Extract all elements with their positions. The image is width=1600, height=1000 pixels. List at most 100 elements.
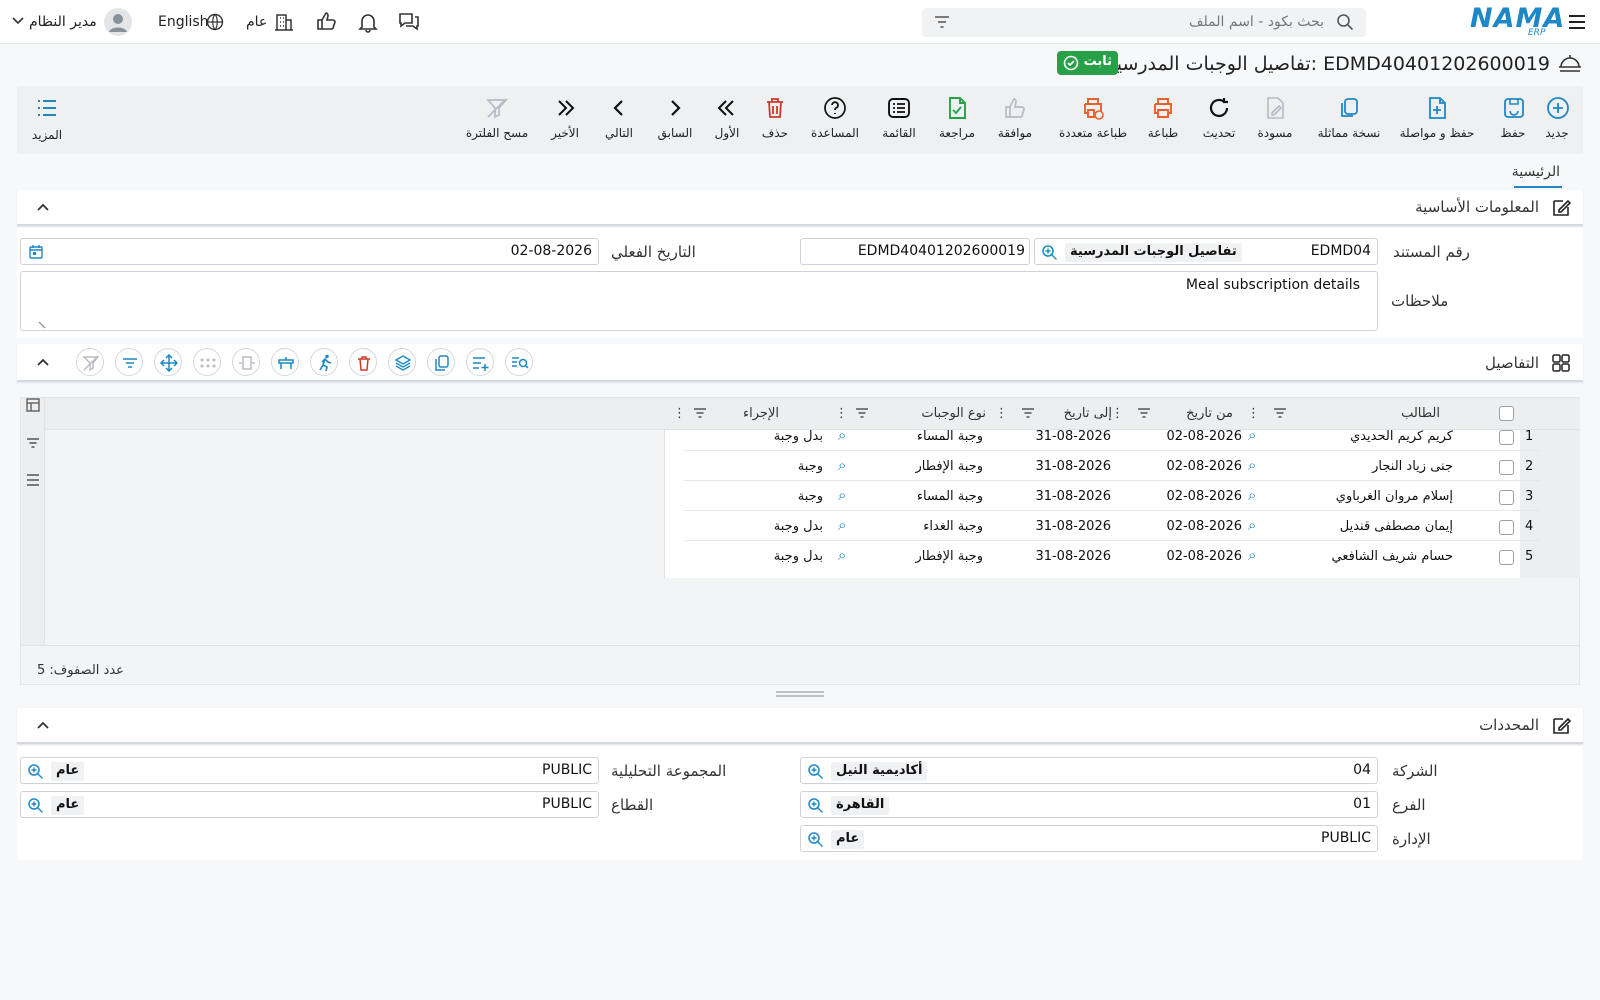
student-cell[interactable]: جنى زياد النجار <box>1372 459 1453 474</box>
filter-button[interactable] <box>115 348 143 376</box>
approve-button[interactable]: موافقة <box>991 86 1039 154</box>
meal-type-cell[interactable]: وجبة المساء <box>917 489 983 504</box>
save-button[interactable]: حفظ <box>1493 86 1533 154</box>
analytic-group-field[interactable]: PUBLIC عام <box>20 757 599 784</box>
menu-lines-icon[interactable] <box>25 473 41 487</box>
from-date-cell[interactable]: 02-08-2026 <box>1166 489 1242 504</box>
filter-icon[interactable] <box>934 15 950 29</box>
action-cell[interactable]: بدل وجبة <box>774 429 823 444</box>
lookup-icon[interactable] <box>807 797 824 814</box>
calendar-icon[interactable] <box>28 244 44 260</box>
meal-type-cell[interactable]: وجبة الغداء <box>923 519 983 534</box>
chevron-up-icon[interactable] <box>37 720 49 730</box>
row-checkbox[interactable] <box>1499 490 1514 505</box>
from-date-cell[interactable]: 02-08-2026 <box>1166 459 1242 474</box>
department-field[interactable]: PUBLIC عام <box>800 825 1378 852</box>
resize-handle-icon[interactable] <box>37 320 47 330</box>
move-button[interactable] <box>154 348 182 376</box>
action-cell[interactable]: بدل وجبة <box>774 519 823 534</box>
column-menu-icon[interactable]: ⋮ <box>673 406 686 421</box>
notes-textarea[interactable]: Meal subscription details <box>20 271 1378 331</box>
action-cell[interactable]: وجبة <box>798 489 823 504</box>
column-header-to-date[interactable]: إلى تاريخ <box>1064 406 1112 421</box>
doc-type-field[interactable]: EDMD04 تفاصيل الوجبات المدرسية <box>1034 238 1378 265</box>
select-all-checkbox[interactable] <box>1499 406 1514 421</box>
sector-field[interactable]: PUBLIC عام <box>20 791 599 818</box>
actual-date-field[interactable]: 02-08-2026 <box>20 238 599 265</box>
meal-type-cell[interactable]: وجبة الإفطار <box>916 459 983 474</box>
run-button[interactable] <box>310 348 338 376</box>
to-date-cell[interactable]: 31-08-2026 <box>1035 459 1111 474</box>
add-lines-button[interactable] <box>466 348 494 376</box>
action-cell[interactable]: بدل وجبة <box>774 549 823 564</box>
first-record-button[interactable]: الأول <box>709 86 745 154</box>
to-date-cell[interactable]: 31-08-2026 <box>1035 489 1111 504</box>
column-menu-icon[interactable]: ⋮ <box>1247 406 1260 421</box>
splitter-handle-icon[interactable] <box>776 690 824 698</box>
meal-lookup-icon[interactable]: ⌕ <box>838 546 846 564</box>
chat-icon[interactable] <box>397 11 421 33</box>
student-cell[interactable]: حسام شريف الشافعي <box>1331 549 1453 564</box>
more-button[interactable]: المزيد <box>27 86 67 154</box>
hamburger-menu-icon[interactable] <box>1566 11 1588 33</box>
column-filter-icon[interactable] <box>855 407 869 419</box>
column-filter-icon[interactable] <box>1273 407 1287 419</box>
row-checkbox[interactable] <box>1499 460 1514 475</box>
help-button[interactable]: المساعدة <box>807 86 863 154</box>
meal-lookup-icon[interactable]: ⌕ <box>838 486 846 504</box>
from-date-cell[interactable]: 02-08-2026 <box>1166 519 1242 534</box>
chevron-down-icon[interactable] <box>12 16 24 26</box>
meal-lookup-icon[interactable]: ⌕ <box>838 516 846 534</box>
column-header-meal-type[interactable]: نوع الوجبات <box>921 406 986 421</box>
table-options-button[interactable] <box>271 348 299 376</box>
user-name[interactable]: مدير النظام <box>29 14 97 30</box>
layers-button[interactable] <box>388 348 416 376</box>
duplicate-button[interactable]: نسخة مماثلة <box>1313 86 1385 154</box>
bell-icon[interactable] <box>357 11 379 33</box>
chevron-up-icon[interactable] <box>37 202 49 212</box>
student-lookup-icon[interactable]: ⌕ <box>1248 486 1256 504</box>
student-cell[interactable]: كريم كريم الحديدي <box>1350 429 1453 444</box>
lookup-icon[interactable] <box>1041 244 1058 261</box>
thumbs-up-icon[interactable] <box>315 10 337 32</box>
lookup-icon[interactable] <box>27 763 44 780</box>
student-lookup-icon[interactable]: ⌕ <box>1248 456 1256 474</box>
clear-filter-lines-button[interactable] <box>76 348 104 376</box>
tab-main[interactable]: الرئيسية <box>1512 162 1562 188</box>
meal-lookup-icon[interactable]: ⌕ <box>838 426 846 444</box>
student-cell[interactable]: إسلام مروان الغرباوي <box>1336 489 1453 504</box>
filter-icon[interactable] <box>25 436 41 450</box>
next-record-button[interactable]: التالي <box>597 86 641 154</box>
row-checkbox[interactable] <box>1499 550 1514 565</box>
from-date-cell[interactable]: 02-08-2026 <box>1166 549 1242 564</box>
column-menu-icon[interactable]: ⋮ <box>995 406 1008 421</box>
column-filter-icon[interactable] <box>1137 407 1151 419</box>
language-switch[interactable]: English <box>158 14 209 30</box>
delete-button[interactable]: حذف <box>757 86 793 154</box>
search-input[interactable]: بحث بكود - اسم الملف <box>1189 14 1324 30</box>
column-menu-icon[interactable]: ⋮ <box>1111 406 1124 421</box>
to-date-cell[interactable]: 31-08-2026 <box>1035 429 1111 444</box>
save-continue-button[interactable]: حفظ و مواصلة <box>1397 86 1477 154</box>
lookup-icon[interactable] <box>807 831 824 848</box>
list-button[interactable]: القائمة <box>877 86 921 154</box>
columns-icon[interactable] <box>25 397 41 413</box>
dimensions-section-header[interactable]: المحددات <box>17 708 1583 744</box>
lookup-icon[interactable] <box>27 797 44 814</box>
to-date-cell[interactable]: 31-08-2026 <box>1035 549 1111 564</box>
meal-type-cell[interactable]: وجبة الإفطار <box>916 549 983 564</box>
row-checkbox[interactable] <box>1499 430 1514 445</box>
meal-lookup-icon[interactable]: ⌕ <box>838 456 846 474</box>
column-menu-icon[interactable]: ⋮ <box>835 406 848 421</box>
column-header-from-date[interactable]: من تاريخ <box>1186 406 1233 421</box>
search-lines-button[interactable] <box>505 348 533 376</box>
multi-print-button[interactable]: طباعة متعددة <box>1053 86 1133 154</box>
column-header-student[interactable]: الطالب <box>1401 406 1440 421</box>
doc-number-field[interactable]: EDMD40401202600019 <box>800 238 1030 265</box>
clear-filter-button[interactable]: مسح الفلترة <box>461 86 533 154</box>
chevron-up-icon[interactable] <box>37 357 49 367</box>
basic-info-section-header[interactable]: المعلومات الأساسية <box>17 190 1583 226</box>
copy-lines-button[interactable] <box>427 348 455 376</box>
avatar[interactable] <box>104 8 132 36</box>
draft-button[interactable]: مسودة <box>1253 86 1297 154</box>
